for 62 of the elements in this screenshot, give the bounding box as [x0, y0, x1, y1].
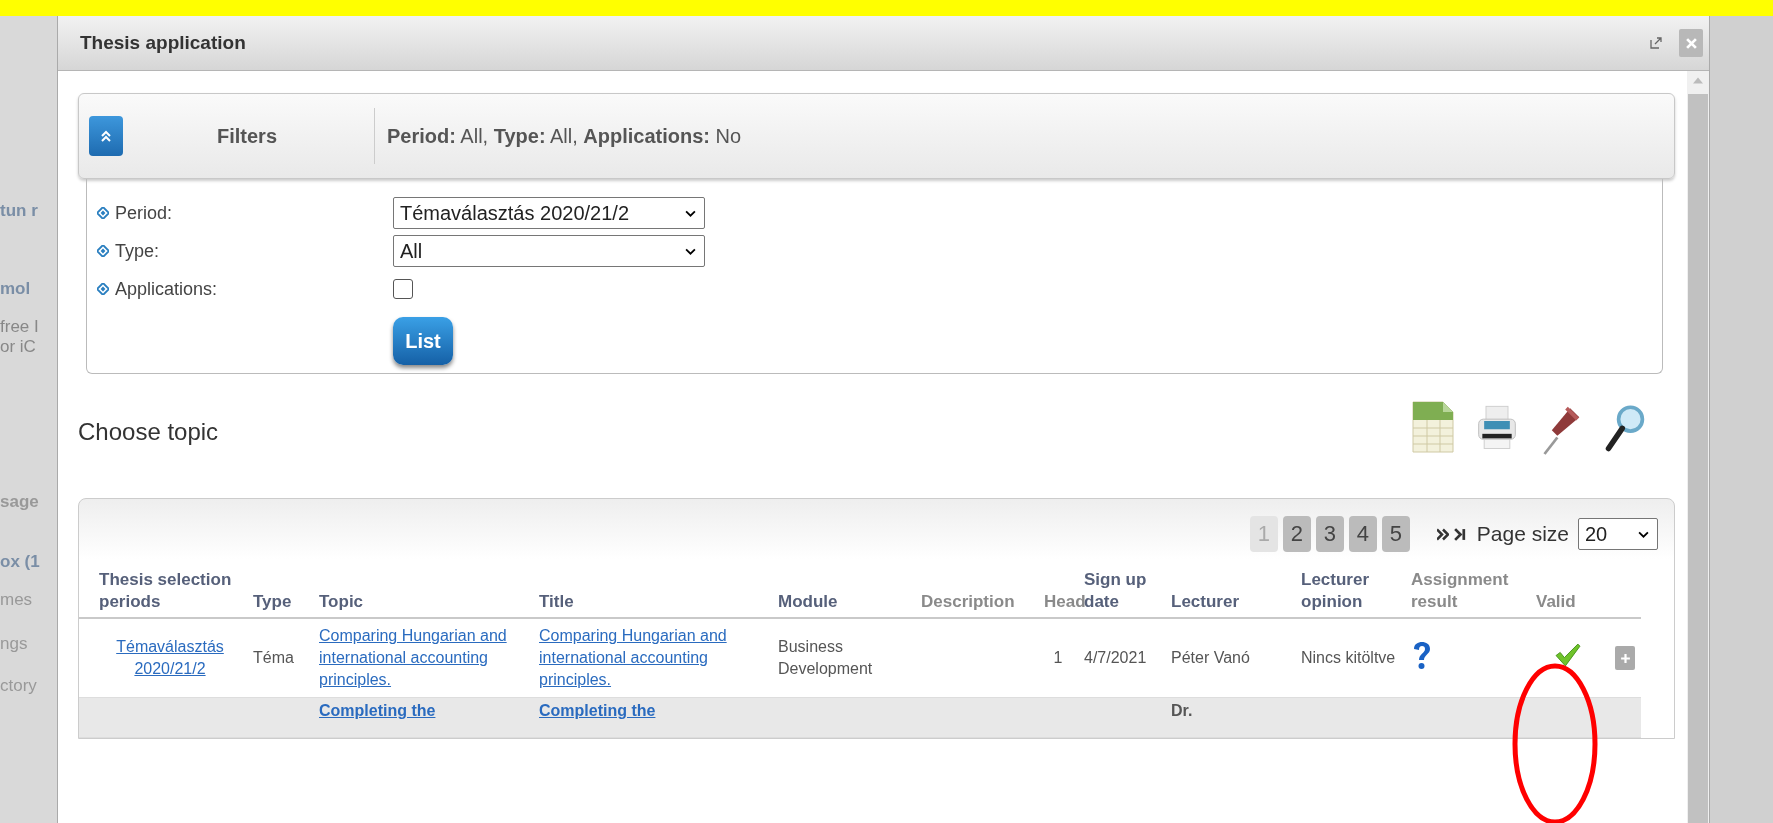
table-link[interactable]: Comparing Hungarian and international accounting principles. [319, 625, 527, 691]
background-text: tun r [0, 201, 39, 221]
table-cell: Dr. [1171, 702, 1193, 719]
table-cell: Téma [253, 649, 294, 666]
page-button[interactable]: 3 [1315, 516, 1344, 552]
table-cell: Péter Vanó [1171, 649, 1250, 666]
column-header[interactable]: Lecturer [1171, 591, 1240, 613]
field-label: Period: [115, 202, 173, 224]
column-header[interactable]: Module [778, 591, 838, 613]
column-header[interactable]: Valid [1536, 591, 1576, 613]
diamond-icon [97, 245, 109, 257]
table-cell: Business Development [778, 638, 873, 677]
background-text: sage [0, 492, 40, 512]
background-text: ctory [0, 676, 38, 696]
table-link[interactable]: Comparing Hungarian and international accounting principles. [539, 625, 766, 691]
field-label: Type: [115, 240, 160, 262]
next-page-icon [1436, 527, 1449, 541]
page-button[interactable]: 2 [1282, 516, 1311, 552]
window-title: Thesis application [80, 32, 247, 54]
filters-title: Filters [123, 108, 375, 164]
background-text: mes [0, 590, 34, 610]
background-text: ngs [0, 634, 29, 654]
field-label: Applications: [115, 278, 218, 300]
list-button[interactable]: List [393, 317, 453, 365]
page-button[interactable]: 5 [1381, 516, 1410, 552]
column-header[interactable]: Description [921, 591, 1015, 613]
table-link[interactable]: Témaválasztás 2020/21/2 [99, 636, 241, 680]
dropdown[interactable]: All [393, 235, 705, 267]
column-header[interactable]: Lecturer opinion [1301, 569, 1399, 613]
column-header[interactable]: Topic [319, 591, 364, 613]
dropdown[interactable]: Témaválasztás 2020/21/2 [393, 197, 705, 229]
close-icon [1685, 37, 1697, 49]
column-header[interactable]: Thesis selection periods [99, 569, 241, 613]
section-title: Choose topic [78, 418, 219, 446]
last-page-icon [1453, 527, 1466, 541]
column-header[interactable]: Title [539, 591, 574, 613]
page-size-dropdown[interactable]: 20 [1578, 518, 1658, 550]
popout-icon[interactable] [1649, 36, 1663, 50]
table-cell: 1 [1053, 649, 1063, 666]
background-text: mol [0, 279, 32, 299]
column-header[interactable]: Type [253, 591, 292, 613]
checkbox[interactable] [393, 279, 413, 299]
diamond-icon [97, 207, 109, 219]
collapse-button[interactable] [89, 116, 123, 156]
page-button[interactable]: 4 [1348, 516, 1377, 552]
filters-summary: Period: All, Type: All, Applications: No [386, 124, 742, 148]
plus-icon [1619, 652, 1631, 664]
caret-icon [685, 209, 696, 217]
column-header[interactable]: Head [1044, 591, 1086, 613]
column-header[interactable]: Sign up date [1084, 569, 1159, 613]
background-text: free I [0, 317, 40, 337]
question-icon[interactable] [1411, 640, 1433, 670]
caret-icon [1638, 530, 1649, 538]
column-header[interactable]: Assignment result [1411, 569, 1524, 613]
chevron-up-icon [100, 129, 112, 143]
background-text: ox (1 [0, 552, 41, 572]
diamond-icon [97, 283, 109, 295]
caret-icon [685, 247, 696, 255]
background-text: or iC [0, 337, 37, 357]
page-size-label: Page size [1476, 522, 1569, 546]
table-cell: 4/7/2021 [1084, 649, 1147, 666]
table-cell: Nincs kitöltve [1301, 649, 1396, 666]
